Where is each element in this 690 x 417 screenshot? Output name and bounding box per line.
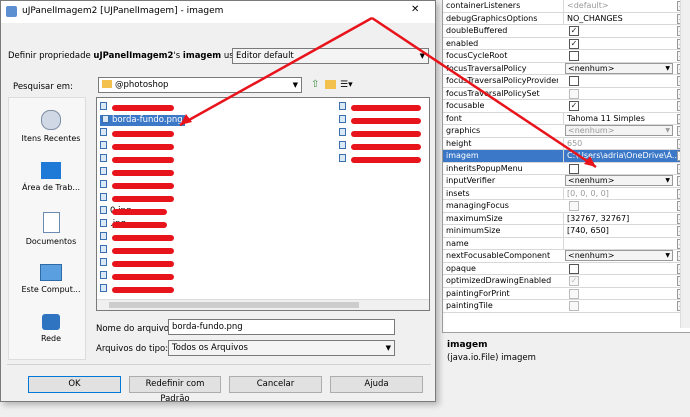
annotation-overlay: [179, 16, 597, 169]
annotation-arrow-left: [179, 16, 373, 127]
annotation-arrow-right: [371, 16, 597, 169]
